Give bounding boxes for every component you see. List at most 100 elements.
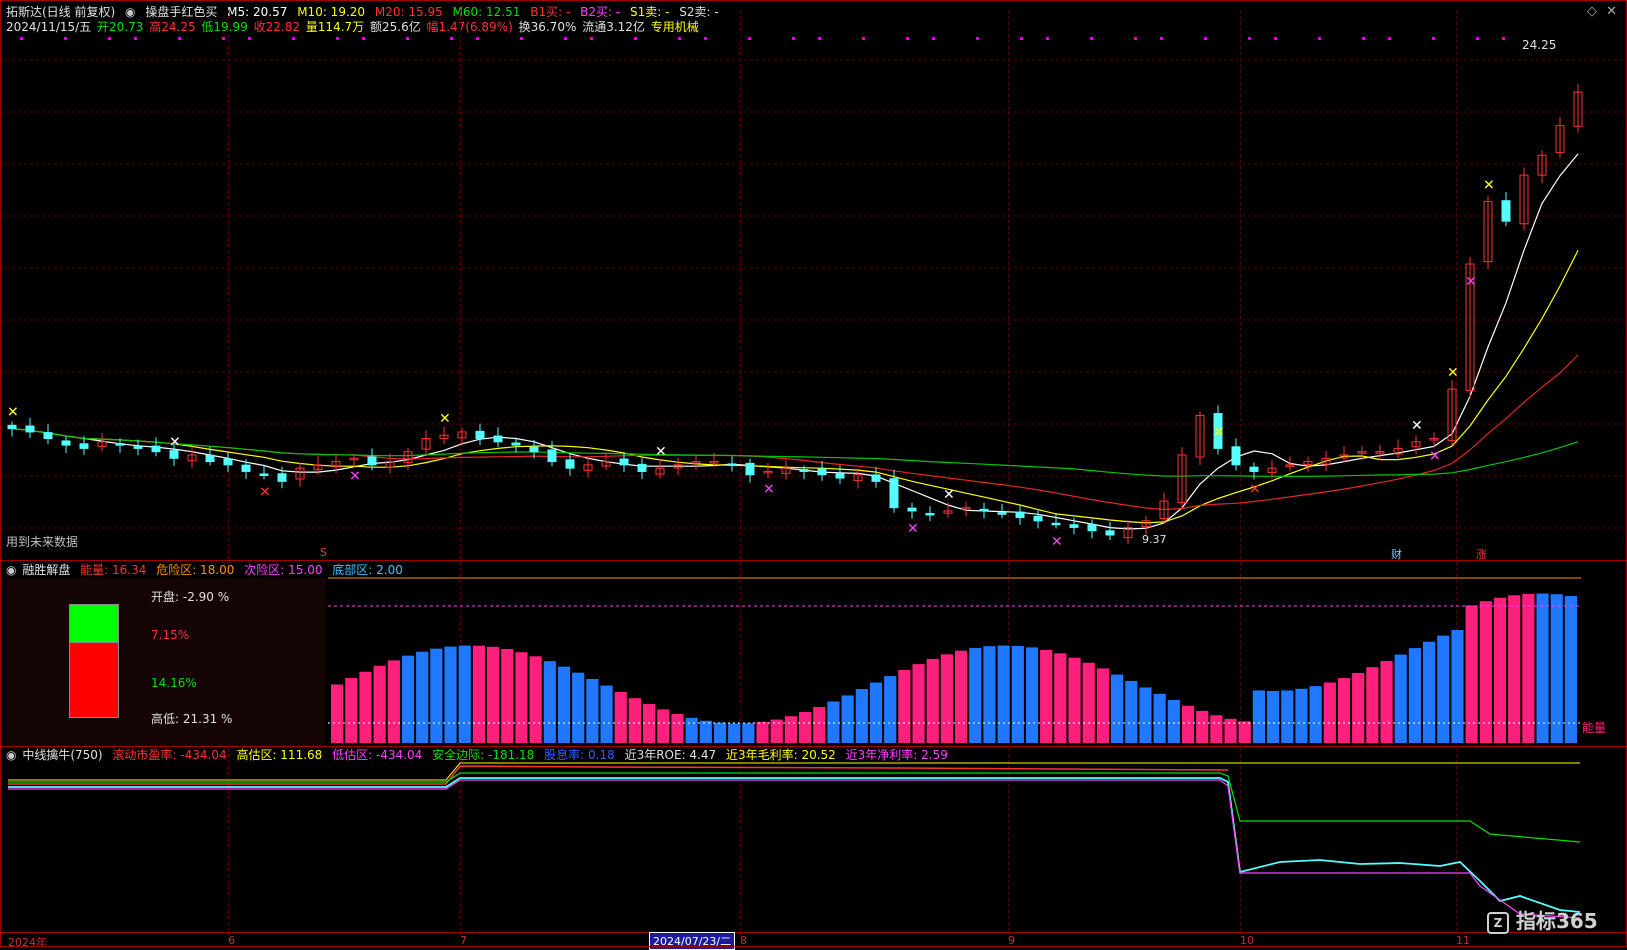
buy-signal-cross: ✕ <box>7 405 19 421</box>
valuation-line-chart[interactable] <box>0 746 1627 932</box>
axis-label-9: 9 <box>1008 934 1015 947</box>
signal-dot <box>590 37 593 40</box>
candle-body <box>997 512 1007 515</box>
signal-dot <box>336 37 339 40</box>
price-chart[interactable]: ✕ ✕ ✕ ✕ ✕ ✕ ✕ ✕ ✕ ✕ ✕ ✕ ✕ ✕ ✕ ✕ ✕ <box>0 0 1627 560</box>
candle-body <box>493 435 503 443</box>
signal-dot <box>1046 37 1049 40</box>
candle-body <box>871 474 881 482</box>
moving-average-lines <box>11 153 1579 530</box>
candle-body <box>565 459 575 469</box>
candle-body <box>817 468 827 476</box>
sell-signal-cross: ✕ <box>1051 534 1063 550</box>
signal-markers: ✕ ✕ ✕ ✕ ✕ ✕ ✕ ✕ ✕ ✕ ✕ ✕ ✕ ✕ ✕ ✕ ✕ <box>7 177 1495 550</box>
candle-body <box>727 463 737 466</box>
energy-bar <box>997 645 1010 743</box>
energy-bar <box>713 722 727 743</box>
energy-bar <box>912 664 925 743</box>
signal-dot <box>1090 37 1093 40</box>
signal-dot <box>1160 37 1163 40</box>
candle-body <box>547 449 557 463</box>
candle-body <box>277 473 287 482</box>
signal-dot <box>362 37 365 40</box>
candle-body <box>241 464 251 472</box>
candle-body <box>133 446 143 449</box>
signal-dot <box>792 37 795 40</box>
signal-dot <box>1502 37 1505 40</box>
signal-dot <box>292 37 295 40</box>
candle-body <box>907 507 917 512</box>
candle-body <box>799 469 809 472</box>
energy-bar <box>501 649 514 743</box>
energy-bar <box>628 698 641 743</box>
energy-bar <box>1309 686 1322 743</box>
energy-bar <box>827 701 840 743</box>
signal-dot <box>134 37 137 40</box>
watermark-logo: Z 指标365 <box>1487 905 1598 934</box>
axis-label-6: 6 <box>228 934 235 947</box>
axis-label-7: 7 <box>460 934 467 947</box>
energy-bar <box>529 656 542 743</box>
signal-dot <box>476 37 479 40</box>
signal-dot <box>1362 37 1365 40</box>
energy-bar <box>1522 593 1535 743</box>
energy-bar <box>557 666 571 743</box>
energy-bar <box>955 650 968 743</box>
cursor-date-badge[interactable]: 2024/07/23/二 <box>649 932 736 950</box>
energy-bar <box>969 647 982 743</box>
signal-dot <box>406 37 409 40</box>
max-price-label: 24.25 <box>1522 38 1557 52</box>
energy-bar <box>1082 662 1095 743</box>
candle-body <box>889 478 899 509</box>
candle-body <box>259 473 269 477</box>
watermark-icon: Z <box>1487 911 1509 934</box>
energy-bar <box>1167 699 1180 743</box>
energy-bar <box>756 721 769 743</box>
energy-bar <box>1125 680 1138 743</box>
energy-bar <box>1437 635 1450 743</box>
energy-bar <box>1040 649 1053 743</box>
energy-bar <box>884 676 897 743</box>
signal-dot <box>1204 37 1207 40</box>
candle-body <box>1231 446 1241 466</box>
marker-s[interactable]: S <box>320 546 327 559</box>
energy-bar <box>1054 653 1067 743</box>
signal-dot <box>932 37 935 40</box>
candle-body <box>7 424 17 430</box>
candle-body <box>1033 515 1043 522</box>
energy-bar <box>515 652 528 743</box>
energy-bar <box>1536 593 1549 743</box>
signal-dot <box>178 37 181 40</box>
energy-bar <box>1224 718 1237 743</box>
energy-bar <box>387 660 400 743</box>
signal-dot <box>1274 37 1277 40</box>
energy-bar <box>1196 710 1209 743</box>
axis-label-2024: 2024年 <box>8 936 47 949</box>
ma20-line <box>11 354 1579 511</box>
axis-label-10: 10 <box>1240 934 1254 947</box>
energy-bar <box>685 717 698 743</box>
energy-bar-chart[interactable] <box>0 560 1627 746</box>
energy-bar <box>416 651 429 743</box>
energy-bar <box>373 665 386 743</box>
signal-dot <box>1476 37 1479 40</box>
horizontal-grid <box>0 59 1627 529</box>
ma10-line <box>11 250 1579 524</box>
energy-bar <box>841 695 854 743</box>
energy-bar <box>1210 715 1223 743</box>
candle-body <box>475 430 485 440</box>
energy-bar <box>799 712 812 743</box>
signal-dot <box>862 37 865 40</box>
buy-signal-cross: ✕ <box>655 444 667 460</box>
buy-signal-cross: ✕ <box>1213 424 1225 440</box>
sell-signal-cross: ✕ <box>907 521 919 537</box>
energy-bar <box>657 709 670 743</box>
energy-bar <box>926 658 939 743</box>
buy-signal-cross: ✕ <box>1483 177 1495 193</box>
energy-bar <box>1394 654 1407 743</box>
energy-bar <box>1493 597 1507 743</box>
candle-body <box>745 462 755 476</box>
candle-body <box>151 445 161 453</box>
energy-bar <box>983 646 996 743</box>
energy-bar <box>1423 641 1436 743</box>
